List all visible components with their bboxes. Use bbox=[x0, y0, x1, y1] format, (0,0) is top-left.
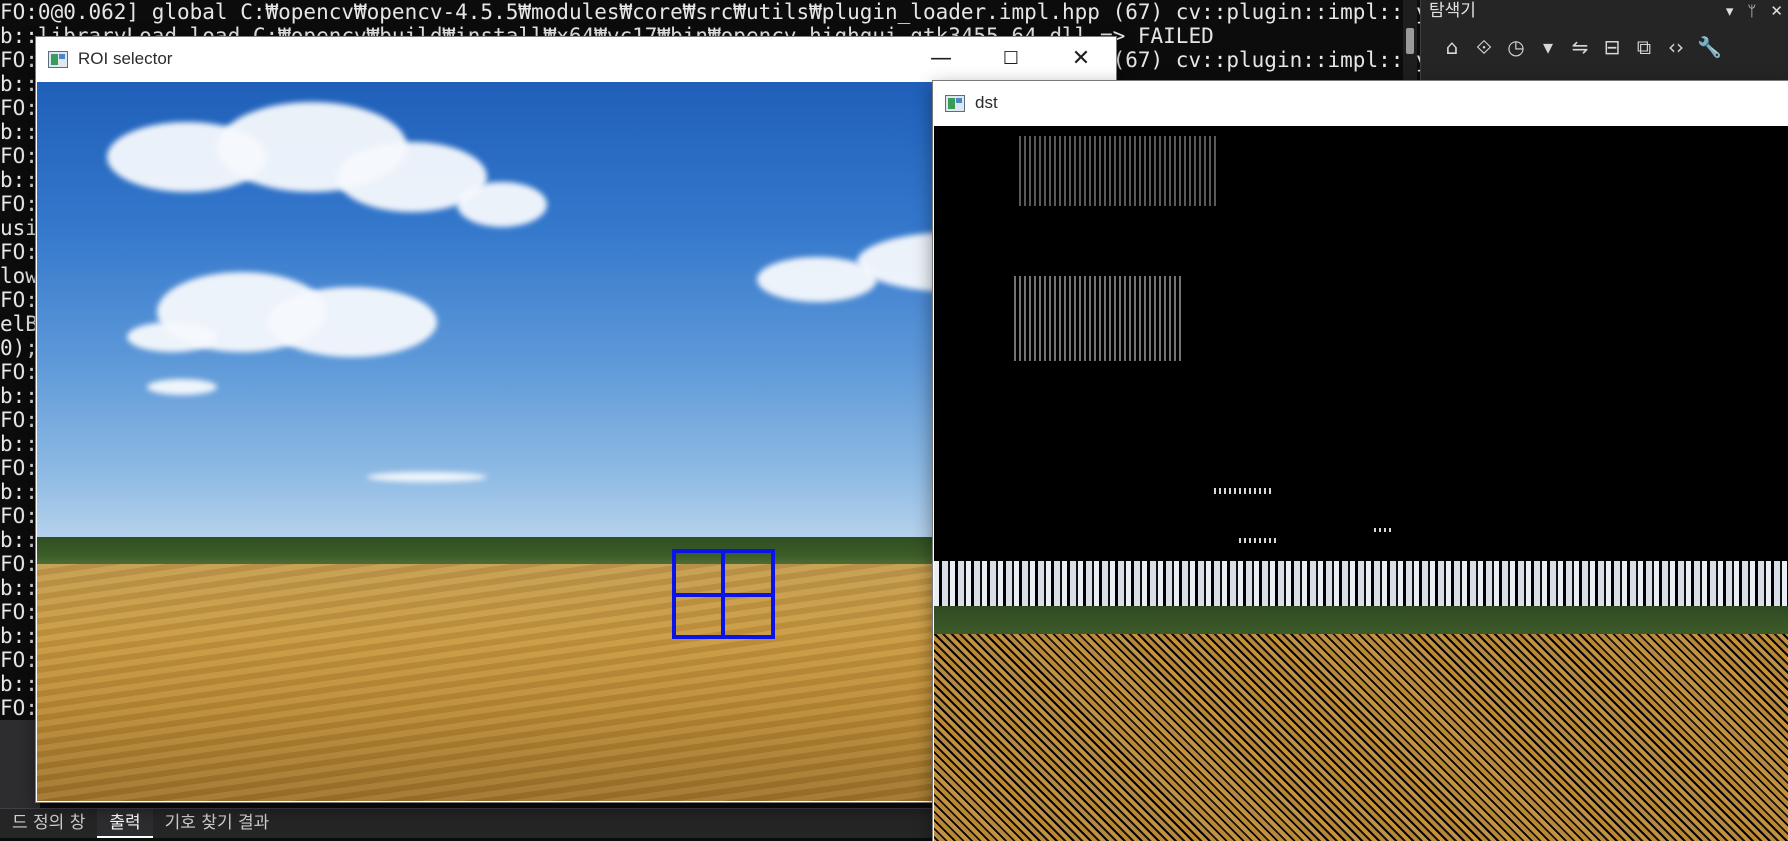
close-icon[interactable]: ✕ bbox=[1770, 0, 1783, 22]
pin-icon[interactable]: ᛘ bbox=[1747, 0, 1756, 22]
sync-icon[interactable]: ⇋ bbox=[1569, 35, 1591, 59]
tab-find-symbol-results[interactable]: 기호 찾기 결과 bbox=[153, 809, 282, 838]
bottom-tab-strip: 드 정의 창 출력 기호 찾기 결과 bbox=[0, 808, 940, 838]
tab-code-definition[interactable]: 드 정의 창 bbox=[0, 809, 97, 838]
mask-treeline bbox=[934, 606, 1788, 636]
tab-output[interactable]: 출력 bbox=[97, 809, 153, 838]
explorer-title: 탐색기 bbox=[1429, 1, 1476, 21]
mask-speckle bbox=[1214, 488, 1274, 494]
history-icon[interactable]: ◷ bbox=[1505, 35, 1527, 59]
minimize-button[interactable]: — bbox=[906, 37, 976, 81]
wrench-icon[interactable]: 🔧 bbox=[1697, 35, 1722, 59]
mask-speckle bbox=[1014, 276, 1184, 361]
cloud bbox=[457, 182, 547, 227]
solution-explorer-panel: 탐색기 ▾ ᛘ ✕ ⌂ ⟐ ◷ ▾ ⇋ ⊟ ⧉ ‹› 🔧 bbox=[1420, 0, 1788, 80]
mask-speckle bbox=[1239, 538, 1279, 543]
dst-image-canvas[interactable] bbox=[934, 126, 1788, 841]
dst-window-title: dst bbox=[975, 93, 998, 112]
vs-solution-icon[interactable]: ⟐ bbox=[1473, 35, 1495, 59]
roi-window-title: ROI selector bbox=[78, 49, 173, 68]
chevron-down-icon[interactable]: ▾ bbox=[1537, 35, 1559, 59]
cloud bbox=[147, 379, 217, 395]
cloud bbox=[757, 257, 877, 302]
copy-icon[interactable]: ⧉ bbox=[1633, 35, 1655, 59]
explorer-toolbar: ⌂ ⟐ ◷ ▾ ⇋ ⊟ ⧉ ‹› 🔧 bbox=[1421, 30, 1722, 64]
cloud bbox=[367, 472, 487, 482]
cloud bbox=[127, 322, 217, 352]
maximize-button[interactable]: ☐ bbox=[976, 37, 1046, 81]
dst-window[interactable]: dst bbox=[933, 81, 1788, 841]
explorer-title-controls: ▾ ᛘ ✕ bbox=[1726, 0, 1783, 22]
mask-horizon-band bbox=[934, 561, 1788, 611]
home-icon[interactable]: ⌂ bbox=[1441, 35, 1463, 59]
opencv-window-icon bbox=[48, 51, 68, 68]
dst-titlebar[interactable]: dst bbox=[933, 81, 1788, 125]
code-icon[interactable]: ‹› bbox=[1665, 35, 1687, 59]
mask-speckle bbox=[1374, 528, 1392, 532]
roi-crosshair-horizontal bbox=[672, 593, 775, 597]
console-scrollbar[interactable] bbox=[1403, 0, 1417, 80]
mask-field bbox=[934, 634, 1788, 841]
collapse-all-icon[interactable]: ⊟ bbox=[1601, 35, 1623, 59]
close-button[interactable]: ✕ bbox=[1046, 37, 1116, 81]
scrollbar-thumb[interactable] bbox=[1406, 28, 1414, 54]
roi-titlebar[interactable]: ROI selector — ☐ ✕ bbox=[36, 37, 1116, 81]
mask-speckle bbox=[1019, 136, 1219, 206]
opencv-window-icon bbox=[945, 95, 965, 112]
chevron-down-icon[interactable]: ▾ bbox=[1726, 0, 1734, 22]
cloud bbox=[267, 287, 437, 357]
console-line: FO:0@0.062] global C:₩opencv₩opencv-4.5.… bbox=[0, 0, 1420, 24]
output-panel-gutter bbox=[0, 720, 40, 808]
